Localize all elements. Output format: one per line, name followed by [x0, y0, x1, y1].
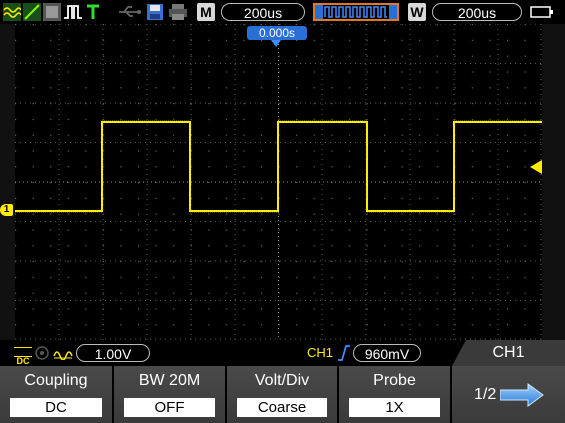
- window-overview[interactable]: [313, 3, 399, 21]
- waveform-screen[interactable]: [15, 24, 542, 340]
- trigger-position-arrow-icon: [271, 40, 281, 47]
- status-bar: DC 1.00V CH1 960mV CH1: [0, 340, 565, 366]
- trigger-level-readout[interactable]: 960mV: [353, 344, 421, 362]
- probe-title: Probe: [373, 372, 416, 389]
- dc-coupling-icon: DC: [14, 345, 32, 366]
- bw-limit-softkey[interactable]: BW 20M OFF: [114, 366, 227, 423]
- coupling-value: DC: [10, 398, 102, 417]
- probe-softkey[interactable]: Probe 1X: [339, 366, 452, 423]
- window-timebase-badge: W: [408, 3, 426, 21]
- waveform-display-icon[interactable]: [3, 3, 21, 21]
- trigger-t-icon[interactable]: [86, 3, 100, 21]
- coupling-title: Coupling: [24, 372, 88, 389]
- bw-limit-title: BW 20M: [138, 372, 201, 389]
- left-margin: [0, 24, 15, 340]
- usb-icon: [119, 6, 141, 17]
- volt-div-title: Volt/Div: [254, 372, 310, 389]
- menu-title-tab: CH1: [452, 340, 565, 366]
- trigger-position-readout: 0.000s: [247, 26, 307, 40]
- menu-title: CH1: [492, 344, 525, 361]
- right-arrow-icon: [500, 383, 544, 407]
- softkey-menu: Coupling DC BW 20M OFF Volt/Div Coarse P…: [0, 366, 565, 423]
- bw-limit-value: OFF: [124, 398, 215, 417]
- printer-icon[interactable]: [168, 3, 188, 21]
- window-timebase-value[interactable]: 200us: [432, 3, 522, 21]
- window-wave-icon: [315, 5, 397, 19]
- ch1-ground-marker[interactable]: 1: [0, 204, 13, 216]
- trigger-level-marker-icon[interactable]: [530, 160, 542, 174]
- main-timebase-badge: M: [197, 3, 215, 21]
- volt-div-softkey[interactable]: Volt/Div Coarse: [227, 366, 339, 423]
- volt-div-value: Coarse: [237, 398, 327, 417]
- right-margin: [542, 24, 565, 340]
- top-toolbar: M 200us W 200us: [0, 0, 565, 24]
- trigger-source-label: CH1: [307, 345, 334, 360]
- volts-div-readout[interactable]: 1.00V: [76, 344, 150, 362]
- coupling-softkey[interactable]: Coupling DC: [0, 366, 114, 423]
- invert-icon: [35, 346, 49, 360]
- line-draw-icon[interactable]: [23, 3, 41, 21]
- timebase-value[interactable]: 200us: [221, 3, 305, 21]
- persistence-icon[interactable]: [43, 3, 61, 21]
- probe-value: 1X: [349, 398, 440, 417]
- save-icon[interactable]: [146, 3, 164, 21]
- pulse-icon[interactable]: [63, 3, 83, 21]
- next-page-softkey[interactable]: 1/2: [452, 366, 565, 423]
- page-indicator: 1/2: [474, 386, 497, 403]
- rising-edge-icon: [338, 345, 350, 361]
- bandwidth-limit-icon: [53, 351, 73, 360]
- battery-icon: [530, 6, 553, 18]
- graticule: [15, 24, 542, 340]
